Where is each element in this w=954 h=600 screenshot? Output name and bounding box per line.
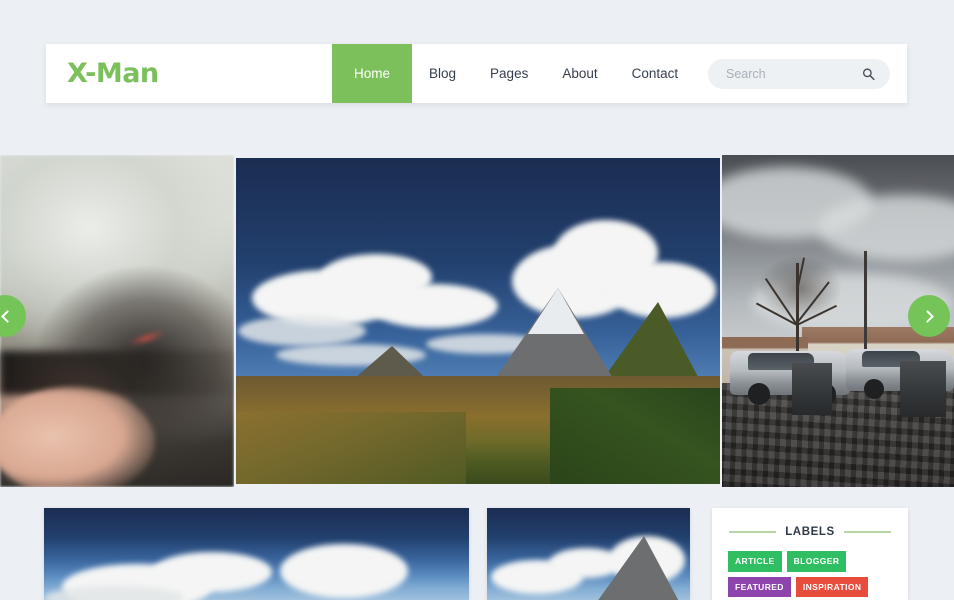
bare-tree xyxy=(740,241,860,359)
labels-widget-title: LABELS xyxy=(785,526,835,538)
label-tag-inspiration[interactable]: INSPIRATION xyxy=(795,576,869,597)
label-tag-blogger[interactable]: BLOGGER xyxy=(786,551,847,572)
trash-bin xyxy=(792,363,832,415)
car-wheel xyxy=(864,379,884,399)
page-root: X-Man Home Blog Pages About Contact Sear… xyxy=(0,0,954,600)
chevron-right-icon xyxy=(920,309,934,323)
site-logo[interactable]: X-Man xyxy=(46,44,332,103)
slide-blurred-closeup-photo[interactable] xyxy=(0,155,234,487)
tree-branch xyxy=(764,278,798,326)
post-card-mountain-small[interactable] xyxy=(487,508,690,600)
post-thumbnail xyxy=(487,508,690,600)
nav-item-pages[interactable]: Pages xyxy=(473,44,545,103)
nav-item-home[interactable]: Home xyxy=(332,44,413,103)
cloud xyxy=(152,552,272,592)
cloud xyxy=(238,316,366,346)
site-logo-text: X-Man xyxy=(67,58,159,89)
slide-image xyxy=(236,158,720,484)
car-wheel xyxy=(748,383,770,405)
nav-item-blog[interactable]: Blog xyxy=(412,44,473,103)
site-header: X-Man Home Blog Pages About Contact xyxy=(46,44,907,103)
snow-cap xyxy=(528,288,584,334)
right-ridge xyxy=(564,536,690,600)
closeup-shadow-band xyxy=(0,351,234,395)
trash-bin xyxy=(900,361,946,417)
slide-matterhorn-mountain-landscape[interactable] xyxy=(236,158,720,484)
main-navigation: Home Blog Pages About Contact xyxy=(332,44,695,103)
label-tag-article[interactable]: ARTICLE xyxy=(728,551,782,572)
label-tag-featured[interactable]: FEATURED xyxy=(728,576,791,597)
post-card-mountain-wide[interactable] xyxy=(44,508,469,600)
label-tag-list: ARTICLE BLOGGER FEATURED INSPIRATION xyxy=(728,551,892,597)
labels-widget: LABELS ARTICLE BLOGGER FEATURED INSPIRAT… xyxy=(712,508,908,600)
forest xyxy=(550,388,720,484)
chevron-left-icon xyxy=(0,309,14,323)
widget-rule-right xyxy=(843,531,891,533)
nav-item-about[interactable]: About xyxy=(545,44,614,103)
cloud xyxy=(280,544,408,598)
widget-rule-left xyxy=(729,531,777,533)
header-search-area xyxy=(695,44,907,103)
post-thumbnail xyxy=(44,508,469,600)
left-slope xyxy=(236,412,466,484)
slider-next-button[interactable] xyxy=(908,295,950,337)
search-box[interactable] xyxy=(708,58,890,89)
nav-item-contact[interactable]: Contact xyxy=(615,44,696,103)
search-icon[interactable] xyxy=(862,67,875,80)
search-input[interactable] xyxy=(708,58,848,89)
labels-widget-header: LABELS xyxy=(728,526,892,538)
